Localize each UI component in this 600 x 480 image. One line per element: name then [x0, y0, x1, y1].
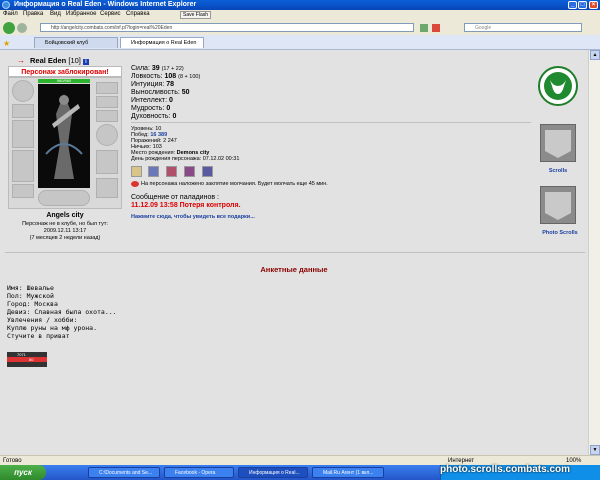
menu-view[interactable]: Вид	[50, 11, 61, 17]
url-input[interactable]: http://angelcity.combats.com/inf.pl?logi…	[40, 23, 414, 32]
knight-badge-icon[interactable]	[148, 166, 159, 177]
start-button[interactable]: пуск	[0, 465, 46, 480]
divider	[5, 252, 585, 253]
silence-notice: На персонажа наложено заклятие молчания.…	[141, 181, 328, 187]
taskbar-explorer[interactable]: C:\Documents and Se...	[88, 467, 160, 478]
close-button[interactable]: ×	[589, 1, 598, 9]
time-ago: (7 месяцев 2 недели назад)	[29, 235, 101, 241]
tab-bar: ★ Бойцовский клуб Информация о Real Eden	[0, 35, 600, 50]
save-flash-button[interactable]: Save Flash	[180, 11, 212, 19]
stat-intuition: Интуиция: 78	[131, 81, 174, 88]
scrolls-link[interactable]: Scrolls	[528, 168, 588, 174]
profile-section-title: Анкетные данные	[260, 265, 328, 274]
helmet-slot[interactable]	[12, 80, 34, 102]
scroll-banner-icon[interactable]	[540, 124, 576, 162]
profile-city: Город: Москва	[7, 300, 58, 308]
not-in-club-text: Персонаж не в клубе, но был тут:	[22, 221, 108, 227]
favorites-star-icon[interactable]: ★	[3, 39, 10, 48]
window-title: Информация о Real Eden - Windows Interne…	[14, 1, 197, 8]
character-portrait	[38, 84, 90, 188]
clan-badge-icon[interactable]	[184, 166, 195, 177]
medal-icon[interactable]	[131, 166, 142, 177]
earring-slot[interactable]	[96, 82, 118, 94]
profile-motto: Девиз: Славная была охота...	[7, 308, 117, 316]
arrow-icon: →	[17, 56, 25, 65]
stat-endurance: Выносливость: 50	[131, 89, 190, 96]
hit-counter[interactable]: 7071 80	[7, 352, 47, 367]
blocked-banner: Персонаж заблокирован!	[8, 66, 122, 77]
watermark: photo.scrolls.combats.com	[440, 464, 571, 475]
armor-slot[interactable]	[12, 150, 34, 182]
city-name: Angels city	[46, 212, 84, 219]
photo-scroll-banner-icon[interactable]	[540, 186, 576, 224]
taskbar-opera[interactable]: Facebook - Opera	[164, 467, 234, 478]
stat-spirituality: Духовность: 0	[131, 113, 177, 120]
belt-slot[interactable]	[12, 184, 34, 198]
stat-wisdom: Мудрость: 0	[131, 105, 171, 112]
warrior-image-icon	[38, 84, 90, 188]
info-birthday: День рождения персонажа: 07.12.02 00:31	[131, 156, 240, 162]
tab-info-real-eden[interactable]: Информация о Real Eden	[120, 37, 204, 48]
search-input[interactable]: Google	[464, 23, 582, 32]
divider	[131, 122, 531, 123]
gifts-link[interactable]: Нажмите сюда, чтобы увидеть все подарки.…	[131, 214, 255, 220]
refresh-icon[interactable]	[420, 24, 428, 32]
boots-slot[interactable]	[96, 178, 118, 198]
hp-bar: 960/960	[38, 79, 90, 83]
paladins-message-title: Сообщение от паладинов :	[131, 194, 219, 201]
weapon-slot[interactable]	[12, 120, 34, 148]
profile-gender: Пол: Мужской	[7, 292, 54, 300]
scroll-up-icon[interactable]: ▲	[590, 50, 600, 60]
profile-hobby-line1: Куплю руны на мф урона.	[7, 324, 98, 332]
photo-scrolls-link[interactable]: Photo Scrolls	[530, 230, 590, 236]
menu-favorites[interactable]: Избранное	[66, 11, 96, 17]
menu-tools[interactable]: Сервис	[100, 11, 121, 17]
info-icon[interactable]: i	[82, 59, 89, 65]
bracers-slot[interactable]	[12, 104, 34, 118]
paladins-message: 11.12.09 13:58 Потеря контроля.	[131, 202, 241, 209]
menu-edit[interactable]: Правка	[23, 11, 43, 17]
last-seen-time: 2009.12.11 13:17	[43, 228, 87, 234]
taskbar-mailru-agent[interactable]: Mail.Ru Агент (1 вкл...	[312, 467, 384, 478]
order-badge-icon[interactable]	[202, 166, 213, 177]
bull-emblem-icon[interactable]	[538, 66, 578, 106]
tab-combats-club[interactable]: Бойцовский клуб	[34, 37, 118, 48]
vertical-scrollbar[interactable]: ▲ ▼	[588, 50, 600, 455]
address-bar: http://angelcity.combats.com/inf.pl?logi…	[0, 21, 600, 36]
gloves-slot[interactable]	[96, 150, 118, 174]
menu-file[interactable]: Файл	[3, 11, 18, 17]
clan-badge-slot[interactable]	[38, 190, 90, 206]
profile-hobby-label: Увлечения / хобби:	[7, 316, 78, 324]
ie-icon	[2, 1, 10, 9]
profile-name: Имя: Шевалье	[7, 284, 54, 292]
shield-slot[interactable]	[96, 124, 118, 146]
shield-badge-icon[interactable]	[166, 166, 177, 177]
window-title-bar: Информация о Real Eden - Windows Interne…	[0, 0, 600, 10]
rings-slot[interactable]	[96, 110, 118, 122]
stop-icon[interactable]	[432, 24, 440, 32]
menu-help[interactable]: Справка	[126, 11, 150, 17]
taskbar-ie[interactable]: Информация о Real...	[238, 467, 308, 478]
minimize-button[interactable]: _	[568, 1, 577, 9]
scroll-down-icon[interactable]: ▼	[590, 445, 600, 455]
back-button[interactable]	[3, 22, 15, 34]
profile-hobby-line2: Стучите в приват	[7, 332, 70, 340]
silence-icon	[131, 181, 139, 187]
stat-agility: Ловкость: 108 (8 + 100)	[131, 73, 201, 80]
stat-intellect: Интеллект: 0	[131, 97, 173, 104]
character-name[interactable]: Real Eden [10] i	[30, 56, 89, 65]
forward-button[interactable]	[17, 23, 27, 33]
stat-strength: Сила: 39 (17 + 22)	[131, 65, 184, 72]
maximize-button[interactable]: □	[578, 1, 587, 9]
amulet-slot[interactable]	[96, 96, 118, 108]
